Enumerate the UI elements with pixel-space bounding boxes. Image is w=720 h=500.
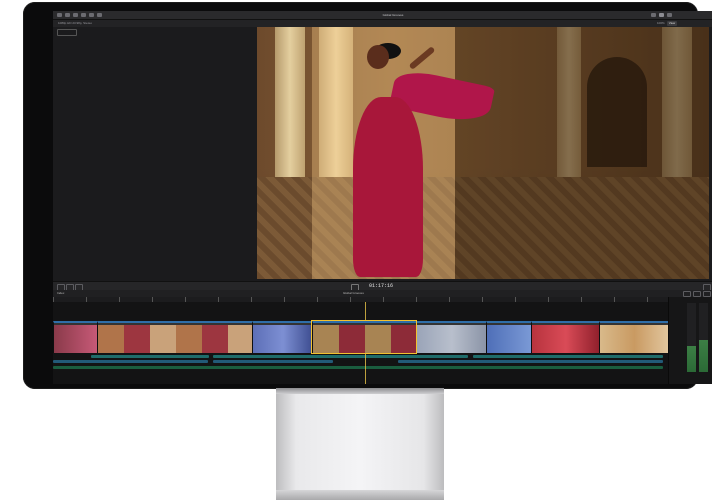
meter-level-right	[699, 340, 708, 372]
viewer-frame[interactable]	[257, 27, 709, 279]
top-toolbar: Global Grooves	[53, 11, 712, 20]
titles-icon[interactable]	[73, 13, 78, 17]
timeline-clip[interactable]	[53, 321, 97, 353]
music-lane[interactable]	[53, 366, 663, 369]
info-bar: 1080p HD 23.98p, Stereo 100% View	[53, 20, 712, 27]
audio-lane[interactable]	[91, 355, 209, 358]
inspector-icon[interactable]	[651, 13, 656, 17]
index-button[interactable]: Index	[57, 291, 64, 296]
timeline[interactable]	[53, 302, 668, 384]
display-stand	[276, 388, 444, 500]
project-name[interactable]: Global Grooves	[343, 291, 364, 296]
dancer-head	[367, 45, 389, 69]
timeline-clip-selected[interactable]	[311, 320, 417, 354]
audio-meters	[668, 297, 712, 384]
shadow-area	[455, 27, 709, 279]
photos-icon[interactable]	[65, 13, 70, 17]
media-browser	[53, 27, 257, 281]
keyword-icon[interactable]	[89, 13, 94, 17]
import-icon[interactable]	[81, 13, 86, 17]
window-title: Global Grooves	[382, 13, 404, 17]
browser-filter-button[interactable]	[57, 29, 77, 36]
view-button[interactable]: View	[667, 21, 677, 26]
timeline-clip[interactable]	[486, 321, 531, 353]
zoom-level[interactable]: 100%	[657, 20, 665, 27]
timeline-clip[interactable]	[599, 321, 668, 353]
timeline-clip[interactable]	[252, 321, 312, 353]
display-stand-base	[276, 490, 444, 500]
audio-lane[interactable]	[398, 360, 663, 363]
audio-lane[interactable]	[473, 355, 663, 358]
library-icon[interactable]	[57, 13, 62, 17]
layout-icon[interactable]	[659, 13, 664, 17]
audio-lane[interactable]	[213, 355, 468, 358]
timeline-header: Index Global Grooves	[53, 290, 712, 297]
timeline-clip[interactable]	[97, 321, 252, 353]
format-info: 1080p HD 23.98p, Stereo	[58, 21, 93, 25]
audio-lane[interactable]	[53, 360, 208, 363]
viewer	[257, 27, 712, 281]
timeline-clip[interactable]	[531, 321, 599, 353]
meter-level-left	[687, 346, 696, 372]
share-icon[interactable]	[667, 13, 672, 17]
audio-lane[interactable]	[213, 360, 333, 363]
dancer	[353, 97, 423, 277]
primary-storyline	[53, 320, 668, 354]
background-tasks-icon[interactable]	[97, 13, 102, 17]
timeline-clip[interactable]	[416, 321, 486, 353]
app-screen: Global Grooves 1080p HD 23.98p, Stereo 1…	[53, 11, 712, 384]
